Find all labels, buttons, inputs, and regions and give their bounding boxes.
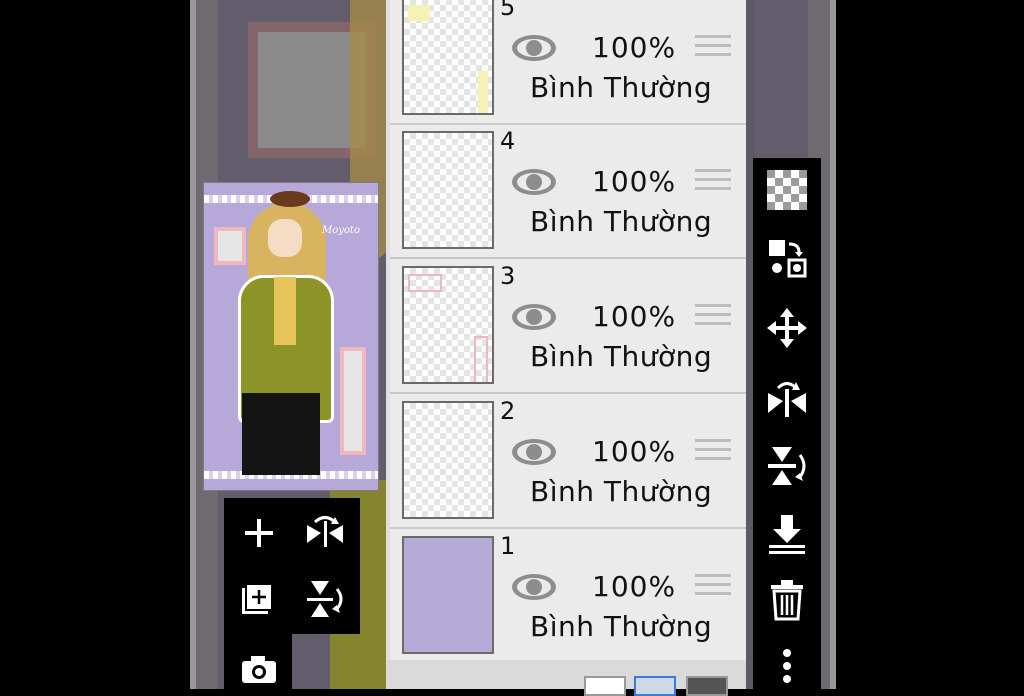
flip-vertical-button[interactable]: [300, 574, 350, 624]
preview-pants: [242, 393, 320, 475]
layer-row[interactable]: 5 100% Bình Thường: [390, 0, 746, 125]
camera-button[interactable]: [234, 644, 284, 694]
background-grid-button[interactable]: [634, 676, 676, 696]
layer-blend-mode[interactable]: Bình Thường: [530, 71, 712, 104]
layer-number: 3: [500, 262, 516, 290]
layer-opacity[interactable]: 100%: [592, 165, 676, 198]
layer-opacity[interactable]: 100%: [592, 300, 676, 333]
preview-signature: Moyoto: [322, 225, 360, 236]
layer-number: 1: [500, 532, 516, 560]
background-dark-button[interactable]: [686, 676, 728, 696]
drag-handle-icon[interactable]: [695, 439, 731, 465]
layer-blend-mode[interactable]: Bình Thường: [530, 475, 712, 508]
delete-icon: [771, 580, 803, 621]
layer-opacity[interactable]: 100%: [592, 31, 676, 64]
swap-layer-button[interactable]: [753, 228, 821, 288]
preview-frame-right: [340, 347, 366, 455]
layer-number: 5: [500, 0, 516, 21]
flip-vertical-icon: [307, 581, 343, 617]
delete-layer-button[interactable]: [753, 570, 821, 630]
layer-tools-panel: [224, 498, 360, 634]
merge-down-icon: [769, 515, 805, 554]
drag-handle-icon[interactable]: [695, 35, 731, 61]
preview-face: [268, 219, 302, 257]
merge-down-button[interactable]: [753, 504, 821, 564]
preview-shirt: [274, 277, 296, 345]
layer-blend-mode[interactable]: Bình Thường: [530, 610, 712, 643]
canvas-preview[interactable]: Moyoto: [203, 182, 379, 491]
eye-icon[interactable]: [510, 433, 558, 471]
layer-tools-panel-lower: [224, 634, 292, 689]
eye-icon[interactable]: [510, 29, 558, 67]
eye-icon[interactable]: [510, 568, 558, 606]
flip-horizontal-icon: [307, 516, 343, 547]
more-icon: [783, 649, 791, 683]
canvas-edge: [830, 0, 836, 689]
transparency-button[interactable]: [753, 160, 821, 220]
flip-vertical-icon: [768, 447, 806, 485]
layer-blend-mode[interactable]: Bình Thường: [530, 340, 712, 373]
add-layer-button[interactable]: [234, 508, 284, 558]
drag-handle-icon[interactable]: [695, 304, 731, 330]
camera-icon: [242, 656, 276, 683]
layer-blend-mode[interactable]: Bình Thường: [530, 205, 712, 238]
layer-thumbnail[interactable]: [402, 536, 494, 654]
background-white-button[interactable]: [584, 676, 626, 696]
layer-thumbnail[interactable]: [402, 131, 494, 249]
drag-handle-icon[interactable]: [695, 574, 731, 600]
more-options-button[interactable]: [753, 636, 821, 696]
move-icon: [767, 308, 807, 348]
layer-opacity[interactable]: 100%: [592, 435, 676, 468]
canvas-edge: [190, 0, 196, 689]
flip-horizontal-button[interactable]: [300, 508, 350, 558]
transparency-icon: [767, 170, 807, 210]
eye-icon[interactable]: [510, 163, 558, 201]
preview-frame-left: [214, 227, 246, 265]
move-button[interactable]: [753, 298, 821, 358]
preview-bow: [270, 191, 310, 207]
flip-vertical-button[interactable]: [753, 436, 821, 496]
layer-panel: 5 100% Bình Thường 4 100% Bình Thường 3 …: [386, 0, 746, 689]
add-layer-copy-button[interactable]: [234, 574, 284, 624]
flip-horizontal-icon: [768, 382, 806, 417]
layer-action-toolbar: [753, 158, 821, 689]
drag-handle-icon[interactable]: [695, 169, 731, 195]
add-layer-copy-icon: [242, 583, 273, 614]
eye-icon[interactable]: [510, 298, 558, 336]
layer-row[interactable]: 4 100% Bình Thường: [390, 125, 746, 259]
layer-thumbnail[interactable]: [402, 401, 494, 519]
layer-number: 2: [500, 397, 516, 425]
layer-number: 4: [500, 127, 516, 155]
swap-layer-icon: [769, 240, 807, 278]
layer-thumbnail[interactable]: [402, 266, 494, 384]
add-layer-icon: [245, 519, 273, 547]
layer-row[interactable]: 2 100% Bình Thường: [390, 395, 746, 529]
flip-horizontal-button[interactable]: [753, 368, 821, 428]
layer-row[interactable]: 1 100% Bình Thường: [390, 530, 746, 664]
layer-thumbnail[interactable]: [402, 0, 494, 115]
layer-row[interactable]: 3 100% Bình Thường: [390, 260, 746, 394]
layer-opacity[interactable]: 100%: [592, 570, 676, 603]
